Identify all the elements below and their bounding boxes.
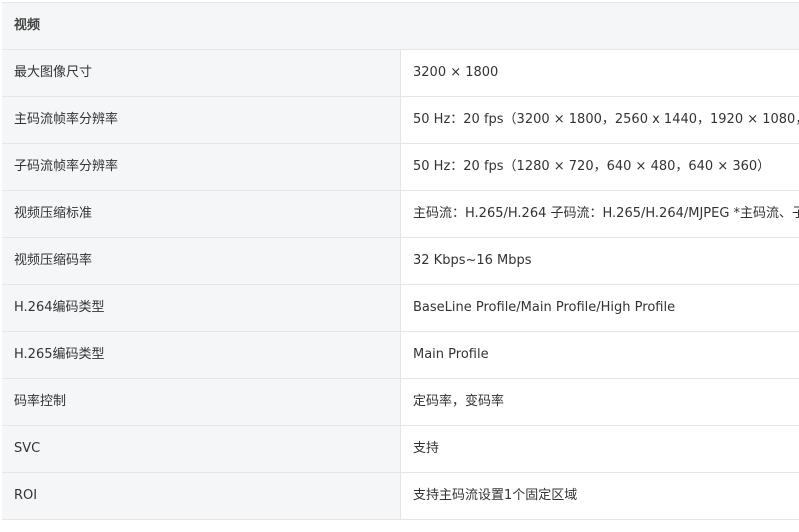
table-row: H.265编码类型 Main Profile (2, 331, 799, 379)
row-value: Main Profile (400, 331, 799, 379)
table-row: 主码流帧率分辨率 50 Hz：20 fps（3200 × 1800，2560 x… (2, 96, 799, 144)
table-row: 视频压缩标准 主码流：H.265/H.264 子码流：H.265/H.264/M… (2, 190, 799, 238)
table-row: H.264编码类型 BaseLine Profile/Main Profile/… (2, 284, 799, 332)
row-value: 支持 (400, 425, 799, 473)
table-row: 视频压缩码率 32 Kbps~16 Mbps (2, 237, 799, 285)
row-label: 码率控制 (2, 378, 401, 426)
row-label: SVC (2, 425, 401, 473)
row-label: 视频压缩码率 (2, 237, 401, 285)
section-title: 视频 (2, 2, 799, 50)
table-row: SVC 支持 (2, 425, 799, 473)
table-row: 码率控制 定码率，变码率 (2, 378, 799, 426)
video-spec-table: 视频 最大图像尺寸 3200 × 1800 主码流帧率分辨率 50 Hz：20 … (2, 2, 799, 520)
row-value: 50 Hz：20 fps（3200 × 1800，2560 x 1440，192… (400, 96, 799, 144)
row-value: 定码率，变码率 (400, 378, 799, 426)
row-label: H.264编码类型 (2, 284, 401, 332)
row-label: 子码流帧率分辨率 (2, 143, 401, 191)
table-row: ROI 支持主码流设置1个固定区域 (2, 472, 799, 520)
row-label: H.265编码类型 (2, 331, 401, 379)
row-label: 视频压缩标准 (2, 190, 401, 238)
row-value: 支持主码流设置1个固定区域 (400, 472, 799, 520)
table-row: 子码流帧率分辨率 50 Hz：20 fps（1280 × 720，640 × 4… (2, 143, 799, 191)
section-header-row: 视频 (2, 2, 799, 50)
row-value: 50 Hz：20 fps（1280 × 720，640 × 480，640 × … (400, 143, 799, 191)
row-value: BaseLine Profile/Main Profile/High Profi… (400, 284, 799, 332)
row-value: 3200 × 1800 (400, 49, 799, 97)
row-value: 32 Kbps~16 Mbps (400, 237, 799, 285)
row-label: 主码流帧率分辨率 (2, 96, 401, 144)
row-label: ROI (2, 472, 401, 520)
table-row: 最大图像尺寸 3200 × 1800 (2, 49, 799, 97)
row-value: 主码流：H.265/H.264 子码流：H.265/H.264/MJPEG *主… (400, 190, 799, 238)
row-label: 最大图像尺寸 (2, 49, 401, 97)
